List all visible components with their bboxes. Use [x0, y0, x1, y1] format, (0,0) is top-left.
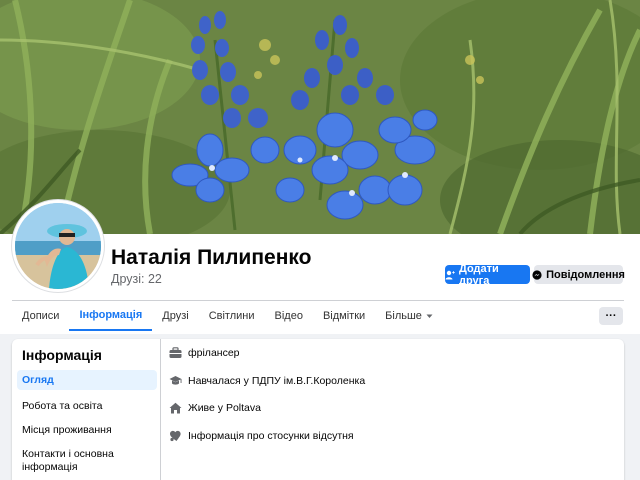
about-nav-overview[interactable]: Огляд — [17, 370, 157, 390]
heart-icon — [170, 430, 181, 442]
about-card: Інформація Огляд Робота та освіта Місця … — [12, 339, 624, 480]
tab-posts-label: Дописи — [22, 310, 60, 322]
graduation-cap-icon — [169, 376, 182, 385]
overview-relationship: Інформація про стосунки відсутня — [169, 430, 354, 442]
about-nav: Інформація Огляд Робота та освіта Місця … — [12, 339, 161, 480]
message-button[interactable]: Повідомлення — [532, 265, 625, 284]
about-nav-places[interactable]: Місця проживання — [17, 424, 157, 437]
work-text: фрілансер — [188, 347, 240, 359]
home-icon — [169, 402, 182, 414]
caret-down-icon — [426, 314, 433, 318]
location-text: Живе у Poltava — [188, 402, 261, 414]
tab-about[interactable]: Інформація — [69, 301, 153, 331]
tab-friends[interactable]: Друзі — [152, 301, 198, 331]
about-title: Інформація — [22, 347, 102, 363]
profile-name: Наталія Пилипенко — [111, 246, 312, 269]
location-city-link[interactable]: Poltava — [226, 402, 261, 414]
friends-count[interactable]: Друзі: 22 — [111, 272, 162, 286]
ellipsis-icon: ··· — [605, 310, 617, 322]
about-nav-places-label: Місця проживання — [22, 424, 112, 436]
avatar-photo — [15, 203, 101, 289]
add-friend-button[interactable]: Додати друга — [445, 262, 530, 287]
tab-photos-label: Світлини — [208, 310, 255, 322]
message-label: Повідомлення — [546, 268, 625, 281]
add-person-icon — [445, 270, 455, 279]
tab-posts[interactable]: Дописи — [12, 301, 69, 331]
about-nav-work-education-label: Робота та освіта — [22, 400, 103, 412]
location-prefix: Живе у — [188, 402, 226, 414]
tab-more[interactable]: Більше — [375, 301, 443, 331]
tab-photos[interactable]: Світлини — [199, 301, 265, 331]
about-nav-contacts-label: Контакти і основна інформація — [22, 448, 114, 473]
about-nav-contacts[interactable]: Контакти і основна інформація — [17, 448, 157, 474]
tab-tags[interactable]: Відмітки — [313, 301, 375, 331]
briefcase-icon — [169, 347, 182, 358]
more-options-button[interactable]: ··· — [599, 307, 623, 325]
tab-more-label: Більше — [385, 310, 422, 322]
overview-education: Навчалася у ПДПУ ім.В.Г.Короленка — [169, 375, 365, 387]
tab-videos[interactable]: Відео — [265, 301, 313, 331]
education-text: Навчалася у ПДПУ ім.В.Г.Короленка — [188, 375, 366, 387]
avatar[interactable] — [12, 200, 104, 292]
overview-work: фрілансер — [169, 347, 240, 359]
add-friend-label: Додати друга — [459, 262, 499, 287]
tab-friends-label: Друзі — [162, 310, 189, 322]
about-nav-work-education[interactable]: Робота та освіта — [17, 400, 157, 413]
relationship-text: Інформація про стосунки відсутня — [188, 430, 354, 442]
about-nav-overview-label: Огляд — [22, 373, 54, 386]
messenger-icon — [532, 269, 542, 280]
cover-photo[interactable] — [0, 0, 640, 234]
overview-location: Живе у Poltava — [169, 402, 261, 414]
tab-tags-label: Відмітки — [322, 310, 366, 322]
profile-tabs: Дописи Інформація Друзі Світлини Відео В… — [12, 301, 443, 331]
tab-videos-label: Відео — [274, 310, 303, 322]
tab-about-label: Інформація — [79, 309, 143, 321]
